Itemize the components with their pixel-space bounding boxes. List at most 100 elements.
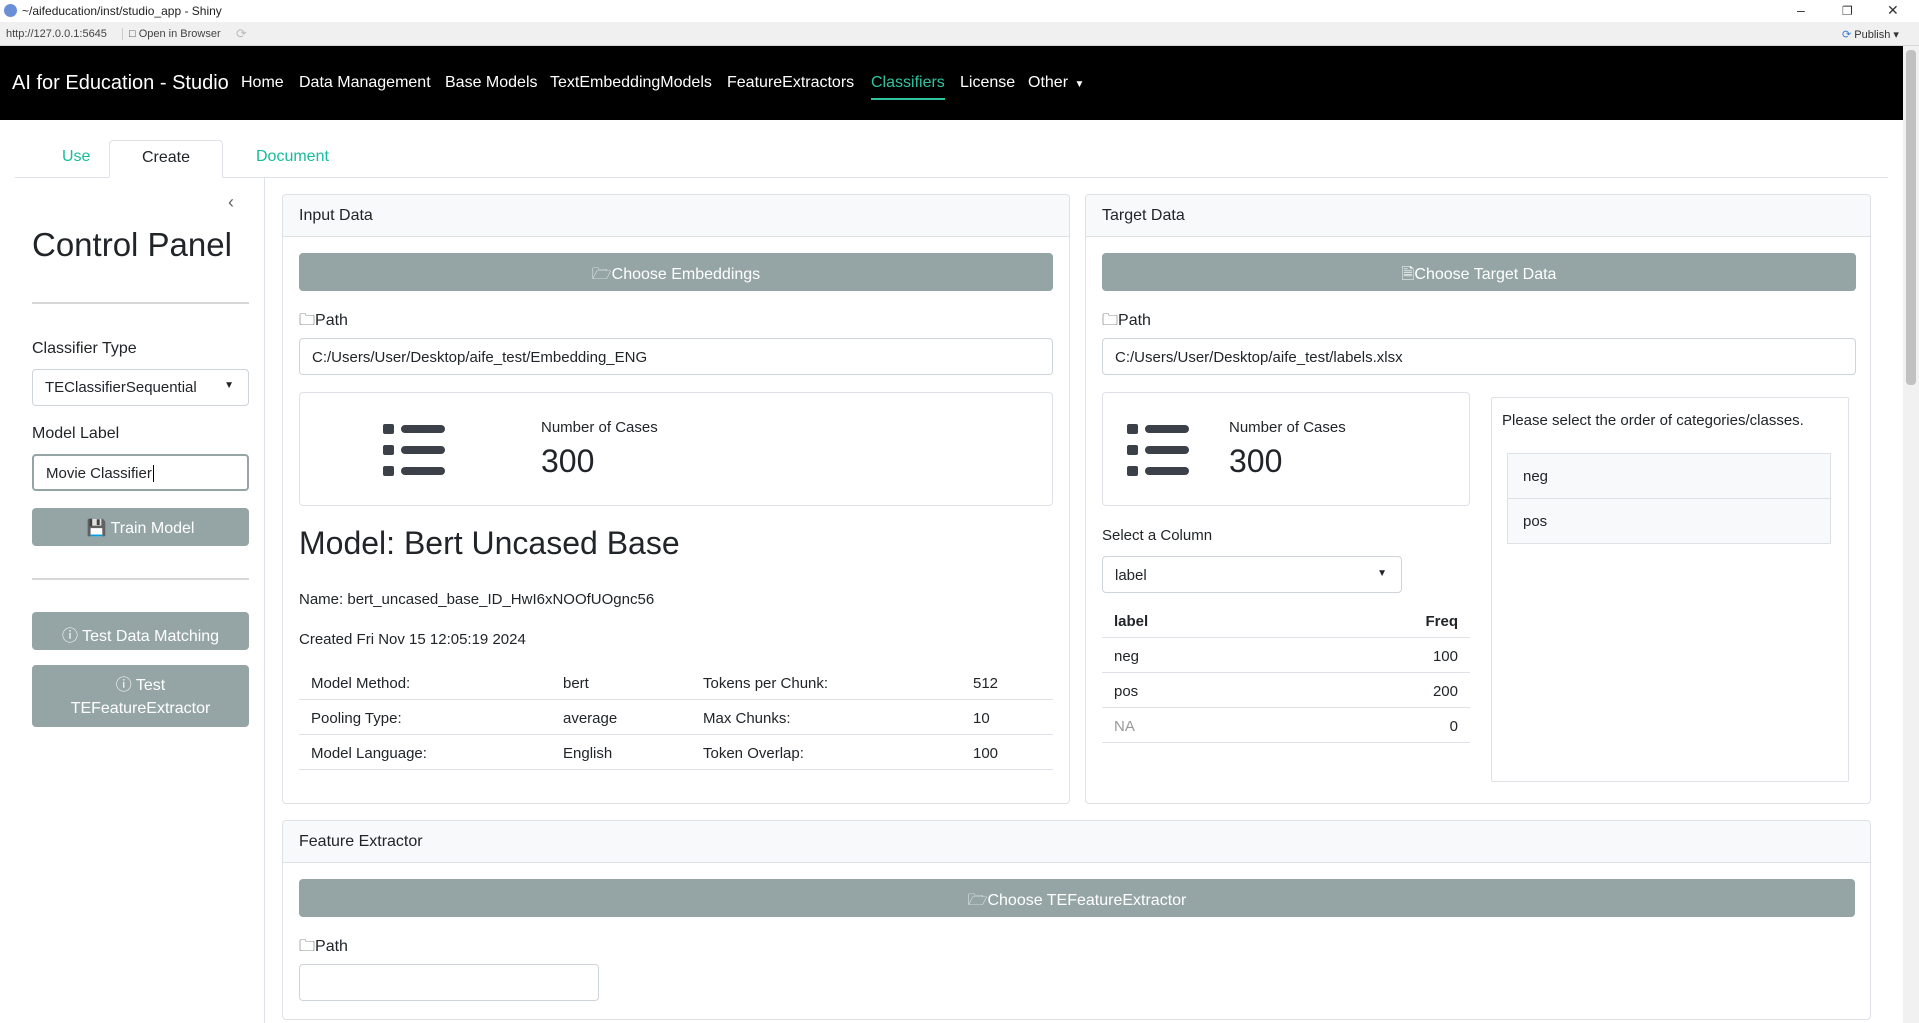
train-model-button[interactable]: 💾 Train Model [32,508,249,546]
path-label: 🗀Path [299,309,348,336]
restore-icon[interactable]: ❐ [1842,4,1853,18]
table-cell: 0 [1449,718,1458,735]
url-text[interactable]: http://127.0.0.1:5645 [6,28,107,40]
target-data-card: Target Data 🗎Choose Target Data 🗀Path C:… [1085,194,1871,804]
embeddings-path-value: C:/Users/User/Desktop/aife_test/Embeddin… [312,349,648,366]
caret-down-icon: ▼ [1074,79,1085,90]
publish-label: Publish [1854,29,1891,41]
class-order-item[interactable]: pos [1507,498,1831,544]
table-cell: Model Method: [311,675,411,692]
table-row: Pooling Type: average Max Chunks: 10 [299,700,1053,735]
table-cell: 100 [1432,648,1458,665]
nav-license[interactable]: License [960,74,1015,92]
choose-target-data-button[interactable]: 🗎Choose Target Data [1102,253,1856,291]
feature-extractor-card: Feature Extractor 🗁Choose TEFeatureExtra… [282,820,1871,1020]
class-order-prompt: Please select the order of categories/cl… [1502,412,1804,429]
choose-feature-extractor-button[interactable]: 🗁Choose TEFeatureExtractor [299,879,1855,917]
path-label-text: Path [315,312,348,329]
feature-extractor-path-field[interactable] [299,964,599,1001]
input-data-header: Input Data [283,195,1069,237]
table-row: Model Method: bert Tokens per Chunk: 512 [299,665,1053,700]
window-title: ~/aifeducation/inst/studio_app - Shiny [22,4,222,18]
tab-document[interactable]: Document [242,140,343,178]
select-column-label: Select a Column [1102,527,1213,544]
navbar: AI for Education - Studio Home Data Mana… [0,46,1903,120]
table-cell: NA [1114,718,1135,735]
tab-divider [15,177,1888,178]
minimize-icon[interactable]: – [1797,2,1805,18]
choose-embeddings-button[interactable]: 🗁Choose Embeddings [299,253,1053,291]
caret-down-icon: ▼ [224,380,234,391]
nav-text-embedding-models[interactable]: TextEmbeddingModels [550,74,712,92]
model-label-value: Movie Classifier [46,465,152,482]
control-panel-sidebar: ‹ Control Panel Classifier Type TEClassi… [15,178,265,1023]
file-icon: 🗎 [1401,266,1415,283]
select-column-dropdown[interactable]: label ▼ [1102,556,1402,593]
nav-classifiers[interactable]: Classifiers [871,74,945,100]
target-cases-value: 300 [1229,443,1283,479]
target-cases-box: Number of Cases 300 [1102,392,1470,506]
question-icon: ⓘ [115,677,132,694]
test-feature-extractor-button[interactable]: ⓘ Test TEFeatureExtractor [32,665,249,727]
nav-data-management[interactable]: Data Management [299,74,431,92]
table-cell: average [563,710,618,727]
embeddings-path-field[interactable]: C:/Users/User/Desktop/aife_test/Embeddin… [299,338,1053,375]
table-cell: pos [1114,683,1139,700]
table-cell: Tokens per Chunk: [703,675,829,692]
path-label-text: Path [1118,312,1151,329]
table-cell: 200 [1432,683,1458,700]
divider [32,578,249,580]
app-brand[interactable]: AI for Education - Studio [12,72,229,95]
table-cell: Pooling Type: [311,710,402,727]
model-name: Name: bert_uncased_base_ID_HwI6xNOOfUOgn… [299,591,655,608]
control-panel-title: Control Panel [32,226,232,263]
folder-icon: 🗀 [299,312,316,329]
table-cell: 10 [973,710,990,727]
list-icon [383,424,445,476]
app-icon [4,4,17,17]
table-cell: Token Overlap: [703,745,804,762]
model-label-input[interactable]: Movie Classifier [32,454,249,491]
target-path-field[interactable]: C:/Users/User/Desktop/aife_test/labels.x… [1102,338,1856,375]
target-cases-label: Number of Cases [1229,419,1346,436]
path-label: 🗀Path [1102,309,1151,336]
list-icon [1127,424,1189,476]
model-label-label: Model Label [32,425,120,442]
table-cell: English [563,745,613,762]
test-data-matching-button[interactable]: ⓘ Test Data Matching [32,612,249,650]
close-icon[interactable]: ✕ [1887,2,1899,19]
train-model-label: Train Model [110,520,195,537]
choose-feature-extractor-label: Choose TEFeatureExtractor [987,892,1187,909]
table-row: neg 100 [1102,638,1470,673]
select-column-value: label [1115,567,1147,584]
table-cell: 512 [973,675,999,692]
table-cell: Model Language: [311,745,427,762]
divider [32,302,249,304]
cases-label: Number of Cases [541,419,658,436]
choose-embeddings-label: Choose Embeddings [611,266,761,283]
table-cell: Max Chunks: [703,710,791,727]
folder-open-icon: 🗁 [591,266,612,283]
publish-button[interactable]: ⟳ Publish ▾ [1842,28,1899,41]
table-cell: bert [563,675,589,692]
class-order-item[interactable]: neg [1507,453,1831,499]
open-in-browser-button[interactable]: □ Open in Browser [122,28,221,40]
model-title: Model: Bert Uncased Base [299,525,680,561]
caret-down-icon: ▼ [1377,568,1387,579]
collapse-sidebar-icon[interactable]: ‹ [228,192,234,213]
table-header: label Freq [1102,603,1470,638]
nav-home[interactable]: Home [241,74,284,92]
path-label-text: Path [315,938,348,955]
test-fe-label-1: Test [135,677,166,694]
browser-icon: □ [129,28,136,40]
tab-create[interactable]: Create [109,140,223,178]
save-icon: 💾 [86,520,107,537]
classifier-type-select[interactable]: TEClassifierSequential ▼ [32,369,249,406]
nav-base-models[interactable]: Base Models [445,74,538,92]
nav-feature-extractors[interactable]: FeatureExtractors [727,74,854,92]
refresh-icon[interactable]: ⟳ [236,26,247,42]
tab-use[interactable]: Use [48,140,104,178]
nav-other[interactable]: Other ▼ [1028,74,1084,92]
window-titlebar: ~/aifeducation/inst/studio_app - Shiny –… [0,0,1919,22]
scrollbar-thumb[interactable] [1906,50,1916,385]
